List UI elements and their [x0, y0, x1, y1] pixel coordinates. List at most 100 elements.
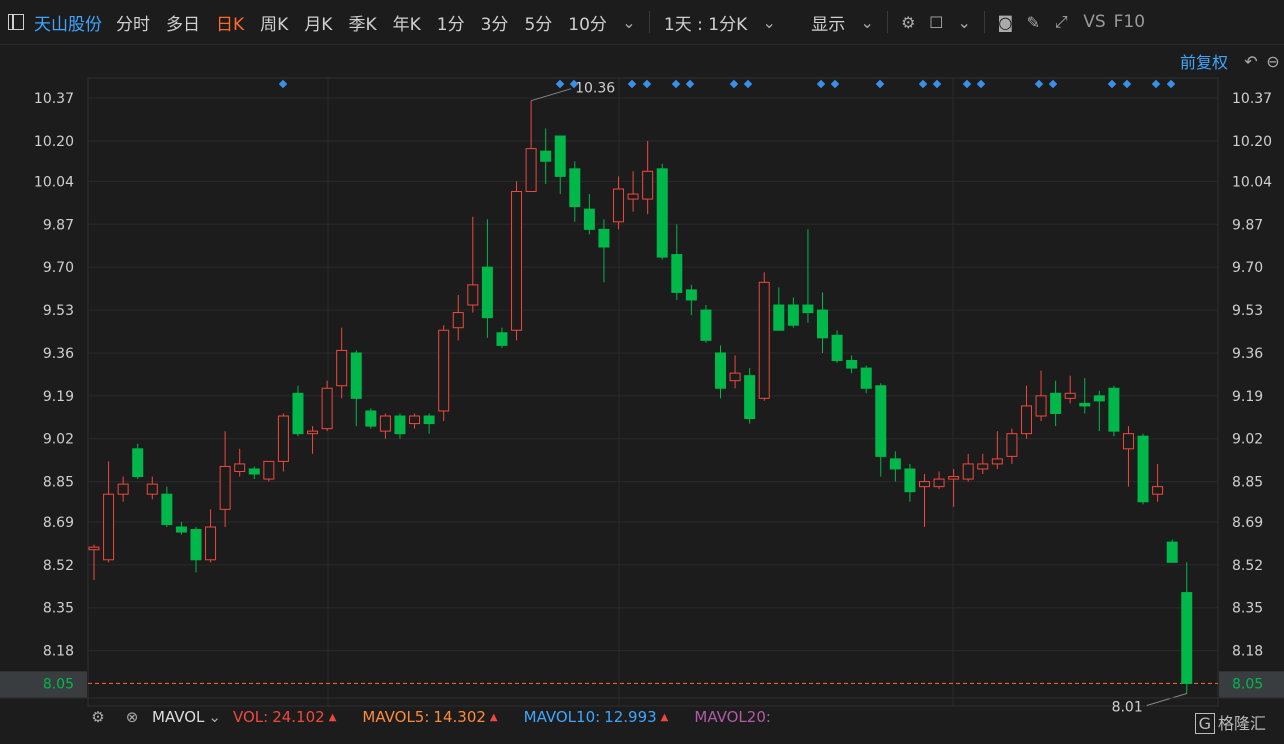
- candle-down: [175, 526, 187, 533]
- candle-down: [248, 468, 260, 475]
- sidebar-toggle-icon[interactable]: [8, 14, 24, 30]
- tab-niank[interactable]: 年K: [385, 10, 429, 35]
- y-tick-label-left: 8.69: [43, 515, 74, 531]
- event-marker: [932, 79, 942, 89]
- tab-5min[interactable]: 5分: [516, 10, 560, 35]
- candle-up: [234, 463, 246, 473]
- tab-3min[interactable]: 3分: [473, 10, 517, 35]
- camera-icon[interactable]: ◙: [991, 8, 1019, 36]
- last-price-label-left: 8.05: [43, 676, 74, 692]
- event-marker: [830, 79, 840, 89]
- y-tick-label-left: 8.85: [43, 475, 74, 491]
- event-marker: [671, 79, 681, 89]
- tab-1min[interactable]: 1分: [429, 10, 473, 35]
- candle-up: [277, 415, 289, 462]
- y-tick-label-right: 8.85: [1232, 475, 1263, 491]
- candle-up: [205, 526, 217, 561]
- candle-down: [846, 360, 858, 369]
- candle-down: [569, 168, 581, 208]
- y-tick-label-left: 9.36: [43, 346, 74, 362]
- event-marker: [1151, 79, 1161, 89]
- candle-up: [1122, 433, 1134, 450]
- event-marker: [1107, 79, 1117, 89]
- candle-up: [1020, 405, 1032, 435]
- candle-up: [511, 191, 523, 331]
- kline-chart[interactable]: 10.37 10.37 10.20 10.20 10.04 10.04 9.87 9.87 9.…: [0, 44, 1284, 740]
- candle-down: [671, 254, 683, 293]
- y-tick-label-right: 9.19: [1232, 389, 1263, 405]
- candle-down: [831, 334, 843, 362]
- y-tick-label-left: 8.52: [43, 558, 74, 574]
- chevron-down-icon[interactable]: ⌄: [208, 708, 221, 726]
- close-circle-icon[interactable]: ⊗: [118, 703, 146, 731]
- tab-duori[interactable]: 多日: [158, 10, 208, 35]
- mavol5-label: MAVOL5:: [362, 708, 430, 726]
- square-icon[interactable]: ☐: [922, 8, 950, 36]
- gear-icon[interactable]: ⚙: [84, 703, 112, 731]
- y-tick-label-left: 10.20: [34, 134, 74, 150]
- candle-down: [875, 385, 887, 457]
- event-marker: [1122, 79, 1132, 89]
- event-marker: [278, 79, 288, 89]
- candle-up: [452, 312, 464, 329]
- watermark-logo-icon: G: [1194, 713, 1215, 734]
- tab-fenshi[interactable]: 分时: [108, 10, 158, 35]
- y-tick-label-right: 10.20: [1232, 134, 1272, 150]
- stock-name[interactable]: 天山股份: [30, 10, 108, 35]
- candle-up: [88, 546, 100, 551]
- chevron-down-icon[interactable]: ⌄: [755, 8, 783, 36]
- candle-up: [103, 493, 115, 561]
- event-marker: [555, 79, 565, 89]
- low-price-label: 8.01: [1112, 699, 1143, 715]
- display-select[interactable]: 显示: [803, 10, 853, 35]
- kline-svg: 10.37 10.37 10.20 10.20 10.04 10.04 9.87 9.87 9.…: [0, 77, 1284, 715]
- f10-button[interactable]: F10: [1114, 12, 1153, 32]
- chevron-down-icon[interactable]: ⌄: [853, 8, 881, 36]
- candle-up: [379, 415, 391, 432]
- tab-10min[interactable]: 10分: [560, 10, 615, 35]
- candle-down: [1079, 402, 1091, 407]
- up-arrow-icon: ▲: [328, 711, 337, 723]
- candle-up: [933, 478, 945, 488]
- candle-up: [991, 458, 1003, 465]
- tab-jik[interactable]: 季K: [340, 10, 384, 35]
- y-tick-label-left: 8.18: [43, 644, 74, 660]
- candle-down: [1181, 592, 1193, 684]
- interval-select[interactable]: 1天 : 1分K: [656, 10, 755, 35]
- candle-down: [904, 468, 916, 493]
- y-tick-label-right: 10.04: [1232, 174, 1272, 190]
- pencil-icon[interactable]: ✎: [1019, 8, 1047, 36]
- indicator-name[interactable]: MAVOL: [152, 708, 204, 726]
- vs-button[interactable]: VS: [1075, 12, 1113, 32]
- candle-down: [365, 410, 377, 427]
- candle-down: [656, 168, 668, 258]
- candle-up: [219, 465, 231, 510]
- toolbar: 天山股份 分时 多日 日K 周K 月K 季K 年K 1分 3分 5分 10分 ⌄…: [0, 0, 1284, 45]
- high-label-leader: [530, 88, 572, 102]
- tab-zhouk[interactable]: 周K: [252, 10, 296, 35]
- chevron-down-icon[interactable]: ⌄: [950, 8, 978, 36]
- last-price-label-right: 8.05: [1232, 676, 1263, 692]
- event-marker: [685, 79, 695, 89]
- event-marker: [962, 79, 972, 89]
- watermark: G 格隆汇: [1194, 710, 1266, 734]
- fullscreen-icon[interactable]: ⤢: [1047, 8, 1075, 36]
- candle-up: [962, 463, 974, 480]
- candle-up: [948, 476, 960, 480]
- up-arrow-icon: ▲: [660, 711, 669, 723]
- event-marker: [729, 79, 739, 89]
- tab-yuek[interactable]: 月K: [296, 10, 340, 35]
- y-tick-label-left: 10.04: [34, 174, 74, 190]
- y-tick-label-right: 9.70: [1232, 260, 1263, 276]
- chevron-down-icon[interactable]: ⌄: [615, 8, 643, 36]
- mavol10-value: 12.993: [604, 708, 657, 726]
- candle-up: [336, 349, 348, 387]
- tab-rik[interactable]: 日K: [208, 10, 252, 35]
- gear-icon[interactable]: ⚙: [894, 8, 922, 36]
- candle-up: [321, 387, 333, 430]
- mavol20-label: MAVOL20:: [694, 708, 771, 726]
- y-tick-label-left: 8.35: [43, 601, 74, 617]
- vol-label: VOL:: [232, 708, 269, 726]
- candle-down: [1108, 387, 1120, 432]
- event-marker: [627, 79, 637, 89]
